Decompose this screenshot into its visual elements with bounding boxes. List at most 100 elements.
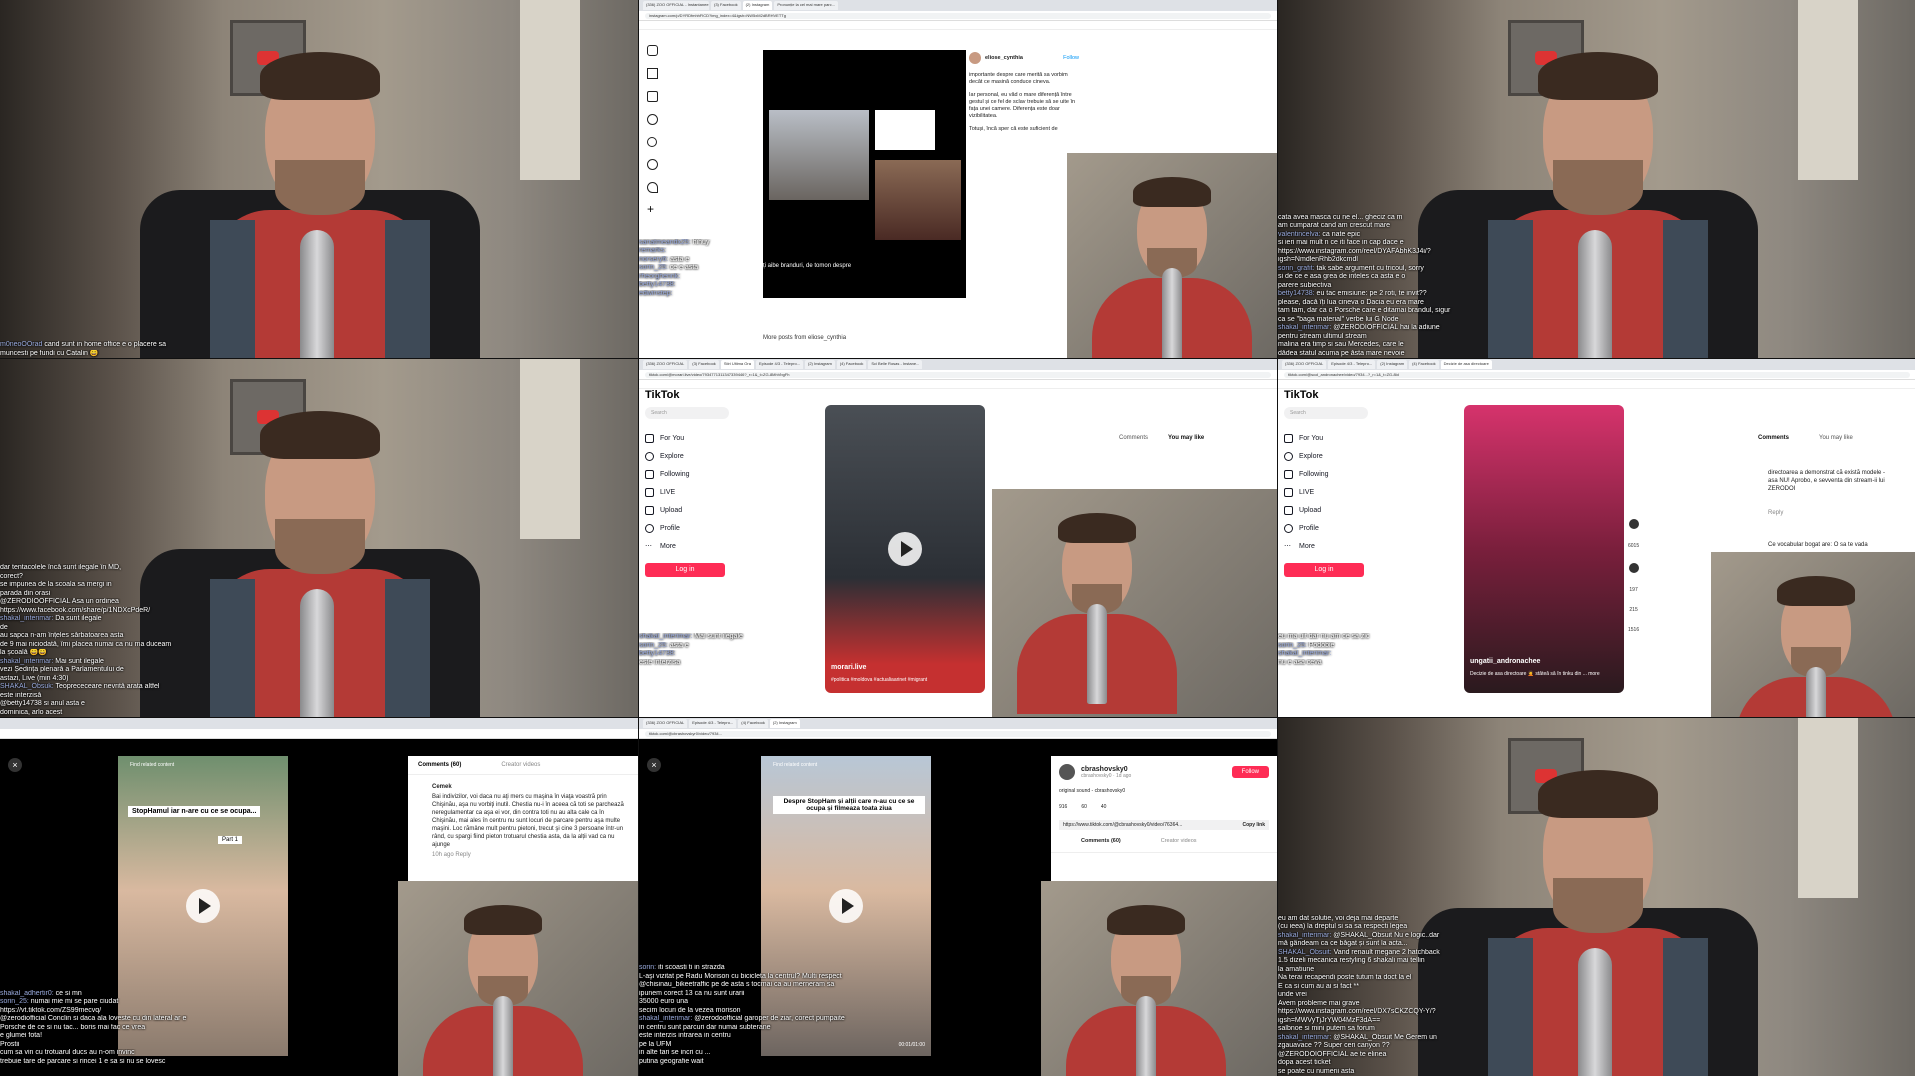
- copy-link-button[interactable]: Copy link: [1242, 822, 1265, 828]
- reply-link[interactable]: Reply: [1768, 509, 1783, 517]
- tab[interactable]: (2) Instagram: [805, 360, 835, 369]
- url-field[interactable]: instagram.com/p/DYRDfmhhFlCD?img_index=4…: [645, 13, 1271, 19]
- post-photo: [769, 110, 869, 200]
- search-icon[interactable]: [647, 137, 657, 147]
- url-field[interactable]: tiktok.com/@scol_andronachee/video/7934.…: [1284, 372, 1910, 378]
- tab-creator-videos[interactable]: Creator videos: [501, 762, 540, 768]
- upload-icon: [1284, 506, 1293, 515]
- video-author[interactable]: morari.live: [831, 664, 866, 671]
- save-count: 215: [1629, 607, 1637, 613]
- nav-more[interactable]: ⋯More: [1284, 537, 1374, 555]
- video-player[interactable]: morari.live #politica #moldova #actualia…: [825, 405, 985, 693]
- tab[interactable]: (4) Facebook: [738, 719, 768, 728]
- tab[interactable]: Sci Belle Rosas - Instane...: [868, 360, 922, 369]
- comment-icon[interactable]: [1629, 563, 1639, 573]
- profile-name[interactable]: cbrashovsky0: [1081, 766, 1131, 773]
- tab-comments[interactable]: Comments: [1119, 435, 1148, 441]
- comment-count[interactable]: 60: [1081, 804, 1087, 810]
- url-field[interactable]: tiktok.com/@cbrashovskyr0/video/7934...: [645, 731, 1271, 737]
- avatar[interactable]: [969, 52, 981, 64]
- tab[interactable]: (2) Instagram: [743, 1, 773, 10]
- search-input[interactable]: Search: [645, 407, 729, 419]
- play-icon[interactable]: [888, 532, 922, 566]
- explore-icon[interactable]: [647, 159, 658, 170]
- tab[interactable]: (336) ZOO OFFICIAL: [643, 719, 687, 728]
- nav-explore[interactable]: Explore: [1284, 447, 1374, 465]
- right-tabs: Comments You may like: [1758, 435, 1853, 441]
- tab-creator-videos[interactable]: Creator videos: [1161, 838, 1197, 844]
- video-author[interactable]: ungatii_andronachee: [1470, 658, 1540, 665]
- save-count[interactable]: 40: [1101, 804, 1107, 810]
- nav-profile[interactable]: Profile: [645, 519, 735, 537]
- tab-you-may-like[interactable]: You may like: [1819, 435, 1853, 441]
- tab-you-may-like[interactable]: You may like: [1168, 435, 1204, 441]
- play-icon[interactable]: [186, 889, 220, 923]
- tab[interactable]: Episode 4/3 - Telepro...: [756, 360, 803, 369]
- nav-upload[interactable]: Upload: [1284, 501, 1374, 519]
- post-media[interactable]: ți aibe branduri, de tomon despre: [763, 50, 966, 298]
- webcam-overlay: [1711, 552, 1915, 717]
- comment-author[interactable]: Cemek: [408, 775, 638, 793]
- search-input[interactable]: Search: [1284, 407, 1368, 419]
- tab[interactable]: (4) Facebook: [837, 360, 867, 369]
- tab[interactable]: (2) Instagram: [770, 719, 800, 728]
- video-hashtags[interactable]: #politica #moldova #actualiaarinet #migr…: [831, 677, 927, 683]
- login-button[interactable]: Log in: [645, 563, 725, 577]
- nav-for-you[interactable]: For You: [645, 429, 735, 447]
- tab[interactable]: Episode 4/3 - Telepro...: [689, 719, 736, 728]
- home-icon[interactable]: [647, 68, 658, 79]
- tab[interactable]: Decizie de asa directoare: [1441, 360, 1492, 369]
- tab[interactable]: (336) ZOO OFFICIAL - Instantanee e n: [643, 1, 709, 10]
- nav-following[interactable]: Following: [1284, 465, 1374, 483]
- video-player[interactable]: ungatii_andronachee Decizie de asa direc…: [1464, 405, 1624, 693]
- live-icon: [645, 488, 654, 497]
- chat-overlay: sorin: iti scoasti ti in strazda L-aşi v…: [639, 964, 849, 1066]
- nav-explore[interactable]: Explore: [645, 447, 735, 465]
- tab[interactable]: (3) Facebook: [711, 1, 741, 10]
- instagram-icon[interactable]: [647, 45, 658, 56]
- nav-live[interactable]: LIVE: [645, 483, 735, 501]
- profile-icon: [1284, 524, 1293, 533]
- login-button[interactable]: Log in: [1284, 563, 1364, 577]
- tab-comments[interactable]: Comments (60): [1081, 838, 1121, 844]
- tab[interactable]: (336) ZOO OFFICIAL: [643, 360, 687, 369]
- like-count[interactable]: 916: [1059, 804, 1067, 810]
- url-field[interactable]: tiktok.com/@morari.live/video/7934771311…: [645, 372, 1271, 378]
- create-icon[interactable]: +: [647, 205, 661, 214]
- nav-profile[interactable]: Profile: [1284, 519, 1374, 537]
- tile-webcam-9: eu am dat solutie, voi deja mai departe(…: [1278, 718, 1915, 1076]
- profile-name[interactable]: eliose_cynthia: [985, 55, 1023, 62]
- tiktok-logo[interactable]: TikTok: [645, 389, 735, 401]
- heart-icon[interactable]: [647, 182, 658, 193]
- chat-overlay: cata avea masca cu ne el... gheciz ca ma…: [1278, 214, 1548, 359]
- webcam-overlay: [1041, 881, 1277, 1076]
- close-icon[interactable]: ×: [8, 758, 22, 772]
- tiktok-logo[interactable]: TikTok: [1284, 389, 1374, 401]
- tab[interactable]: Pronunție la cel mai mare parc...: [774, 1, 838, 10]
- messages-icon[interactable]: [647, 114, 658, 125]
- post-text-1: importante despre care merită sa vorbim …: [969, 72, 1079, 86]
- tab[interactable]: (3) Facebook: [689, 360, 719, 369]
- share-link[interactable]: https://www.tiktok.com/@cbrashovsky0/vid…: [1063, 822, 1242, 828]
- play-icon[interactable]: [829, 889, 863, 923]
- tab[interactable]: (336) ZOO OFFICIAL: [1282, 360, 1326, 369]
- nav-more[interactable]: ⋯More: [645, 537, 735, 555]
- nav-live[interactable]: LIVE: [1284, 483, 1374, 501]
- nav-upload[interactable]: Upload: [645, 501, 735, 519]
- follow-button[interactable]: Follow: [1063, 55, 1079, 62]
- nav-for-you[interactable]: For You: [1284, 429, 1374, 447]
- like-icon[interactable]: [1629, 519, 1639, 529]
- close-icon[interactable]: ×: [647, 758, 661, 772]
- nav-following[interactable]: Following: [645, 465, 735, 483]
- more-posts[interactable]: More posts from eliose_cynthia: [763, 335, 846, 341]
- tab-comments[interactable]: Comments: [1758, 435, 1789, 441]
- tab[interactable]: (4) Facebook: [1409, 360, 1439, 369]
- comment-meta[interactable]: 10h ago Reply: [408, 849, 638, 859]
- reels-icon[interactable]: [647, 91, 658, 102]
- tab[interactable]: Episode 4/3 - Telepro...: [1328, 360, 1375, 369]
- tab[interactable]: (2) Instagram: [1377, 360, 1407, 369]
- avatar[interactable]: [1059, 764, 1075, 780]
- follow-button[interactable]: Follow: [1232, 766, 1269, 778]
- tab-comments[interactable]: Comments (60): [418, 762, 461, 768]
- tab[interactable]: Stiri Ultima Ora: [721, 360, 754, 369]
